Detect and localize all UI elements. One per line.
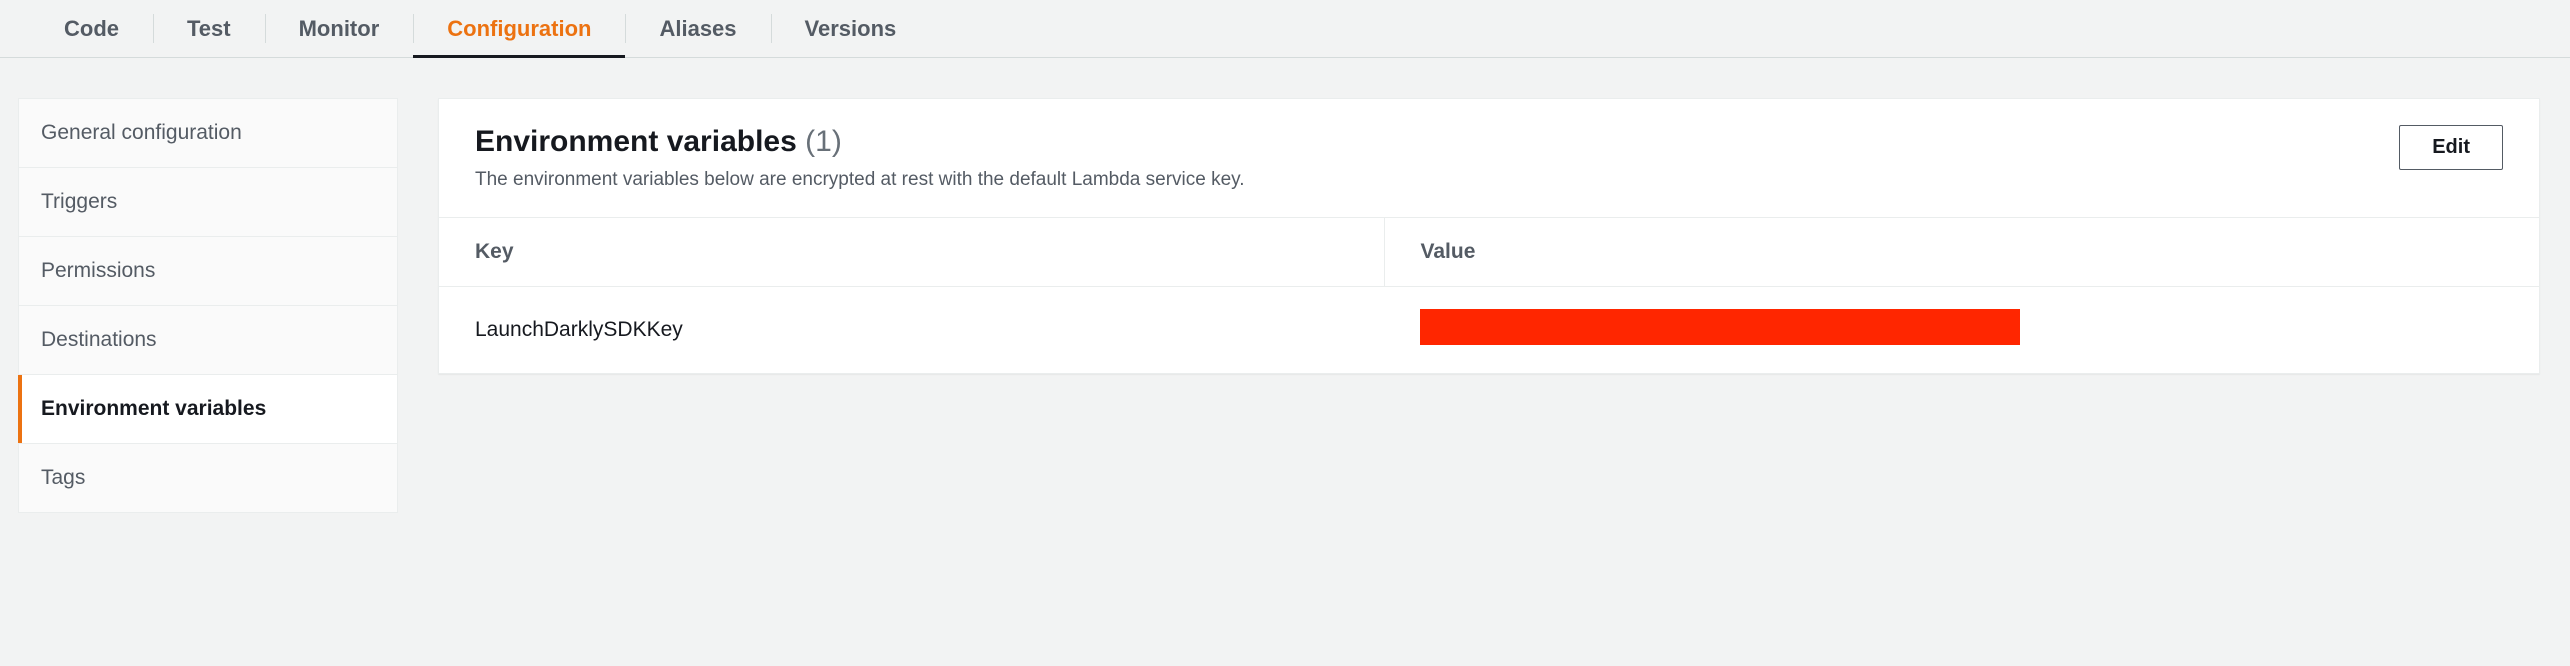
- sidebar-item-label: Tags: [41, 466, 85, 489]
- sidebar-item-label: General configuration: [41, 121, 242, 144]
- tab-label: Aliases: [659, 16, 736, 42]
- environment-variables-panel: Environment variables (1) The environmen…: [438, 98, 2540, 374]
- column-header-value[interactable]: Value: [1384, 218, 2539, 287]
- panel-title-count: (1): [805, 125, 842, 158]
- env-var-key: LaunchDarklySDKKey: [439, 287, 1384, 374]
- tab-label: Monitor: [299, 16, 380, 42]
- sidebar-item-tags[interactable]: Tags: [19, 444, 397, 512]
- tab-label: Code: [64, 16, 119, 42]
- sidebar-item-destinations[interactable]: Destinations: [19, 306, 397, 375]
- content-wrap: General configuration Triggers Permissio…: [0, 58, 2570, 513]
- tab-code[interactable]: Code: [30, 0, 153, 57]
- environment-variables-table: Key Value LaunchDarklySDKKey: [439, 218, 2539, 373]
- sidebar-item-triggers[interactable]: Triggers: [19, 168, 397, 237]
- panel-title-text: Environment variables: [475, 125, 797, 158]
- sidebar-item-label: Permissions: [41, 259, 155, 282]
- sidebar-item-label: Environment variables: [41, 397, 266, 420]
- tab-aliases[interactable]: Aliases: [625, 0, 770, 57]
- env-var-value: [1384, 287, 2539, 374]
- tab-label: Configuration: [447, 16, 591, 42]
- sidebar-item-environment-variables[interactable]: Environment variables: [19, 375, 397, 444]
- panel-title: Environment variables (1): [475, 125, 1245, 159]
- edit-button[interactable]: Edit: [2399, 125, 2503, 170]
- redacted-value: [1420, 309, 2020, 345]
- sidebar-item-label: Destinations: [41, 328, 157, 351]
- sidebar-item-permissions[interactable]: Permissions: [19, 237, 397, 306]
- tab-versions[interactable]: Versions: [771, 0, 931, 57]
- tab-configuration[interactable]: Configuration: [413, 0, 625, 57]
- panel-subtitle: The environment variables below are encr…: [475, 169, 1245, 191]
- table-row: LaunchDarklySDKKey: [439, 287, 2539, 374]
- configuration-sidebar: General configuration Triggers Permissio…: [18, 98, 398, 513]
- table-header-row: Key Value: [439, 218, 2539, 287]
- tab-label: Versions: [805, 16, 897, 42]
- tab-test[interactable]: Test: [153, 0, 265, 57]
- sidebar-item-general-configuration[interactable]: General configuration: [19, 99, 397, 168]
- panel-header: Environment variables (1) The environmen…: [439, 99, 2539, 218]
- panel-heading-block: Environment variables (1) The environmen…: [475, 125, 1245, 191]
- tab-label: Test: [187, 16, 231, 42]
- column-header-key[interactable]: Key: [439, 218, 1384, 287]
- tab-monitor[interactable]: Monitor: [265, 0, 414, 57]
- tab-bar: Code Test Monitor Configuration Aliases …: [0, 0, 2570, 58]
- sidebar-item-label: Triggers: [41, 190, 117, 213]
